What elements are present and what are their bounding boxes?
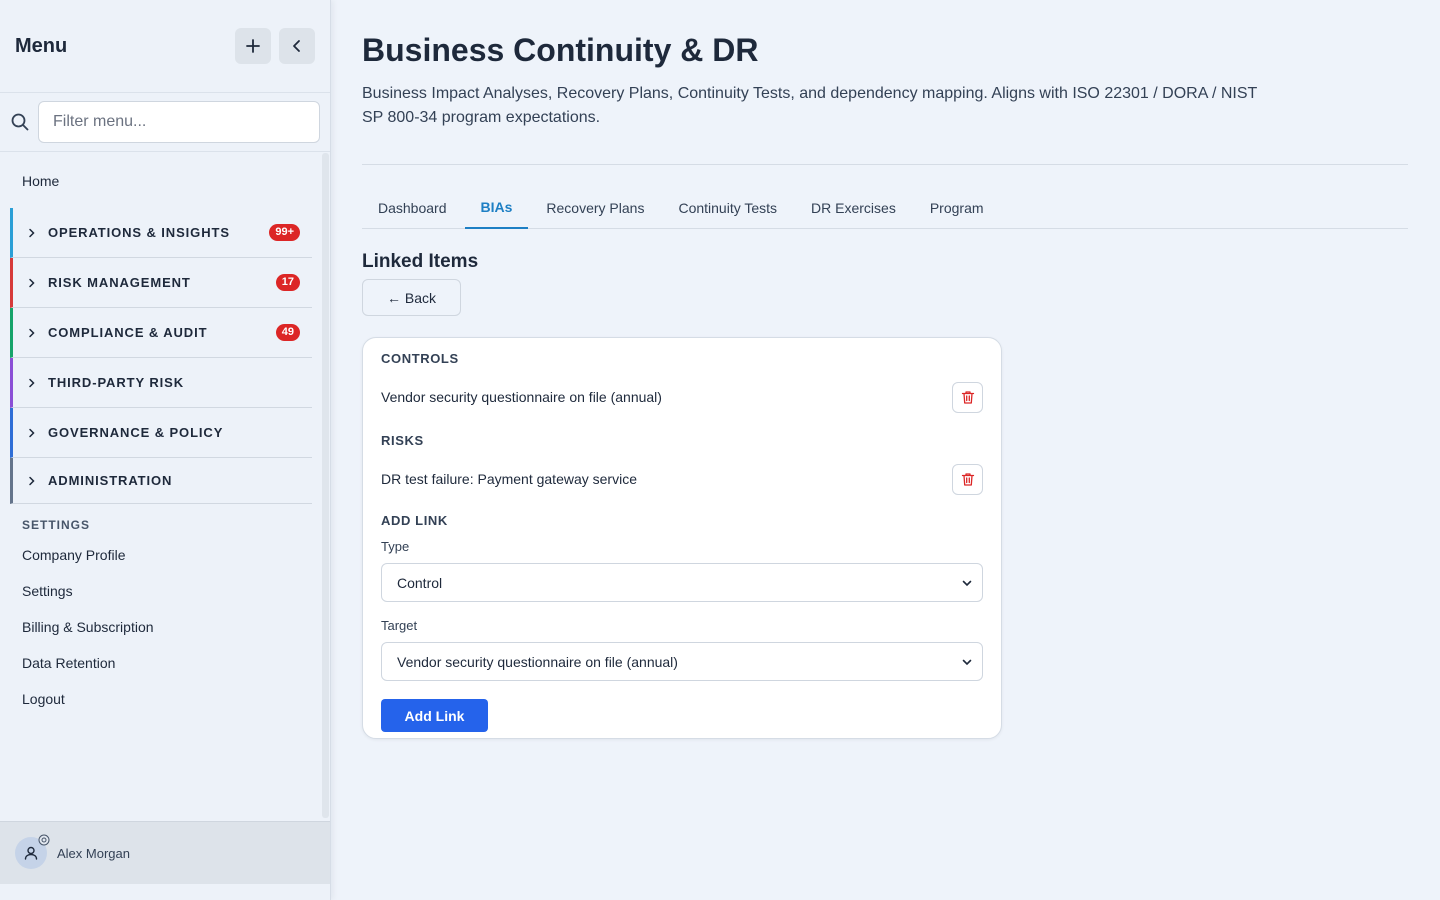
- chevron-left-icon: [293, 40, 300, 52]
- divider: [362, 164, 1408, 165]
- nav-group-governance-policy[interactable]: GOVERNANCE & POLICY: [10, 408, 312, 458]
- tab-dashboard[interactable]: Dashboard: [362, 187, 463, 229]
- type-label: Type: [381, 539, 410, 554]
- sidebar-nav: Home OPERATIONS & INSIGHTS 99+ RISK MANA…: [0, 153, 322, 821]
- gear-icon: [38, 834, 50, 846]
- type-select[interactable]: Control: [381, 563, 983, 602]
- risks-label: RISKS: [381, 433, 424, 448]
- main-content: Business Continuity & DR Business Impact…: [362, 0, 1408, 739]
- delete-control-button[interactable]: [952, 381, 983, 413]
- add-link-label: ADD LINK: [381, 513, 448, 528]
- search-icon: [11, 113, 29, 131]
- tab-bar: Dashboard BIAs Recovery Plans Continuity…: [362, 187, 1408, 229]
- type-select-value: Control: [397, 574, 443, 591]
- user-footer[interactable]: Alex Morgan: [0, 821, 330, 884]
- nav-company-profile[interactable]: Company Profile: [0, 537, 322, 573]
- chevron-right-icon: [27, 378, 43, 388]
- chevron-right-icon: [27, 476, 43, 486]
- nav-home[interactable]: Home: [0, 153, 322, 208]
- sidebar-scrollbar[interactable]: [322, 153, 329, 818]
- filter-menu-input[interactable]: [38, 101, 320, 143]
- nav-group-label: RISK MANAGEMENT: [48, 275, 191, 290]
- nav-group-administration[interactable]: ADMINISTRATION: [10, 458, 312, 504]
- linked-items-card: CONTROLS Vendor security questionnaire o…: [362, 337, 1002, 739]
- risk-item-text: DR test failure: Payment gateway service: [381, 471, 637, 487]
- tab-bias[interactable]: BIAs: [464, 187, 529, 229]
- back-button[interactable]: ← Back: [362, 279, 461, 316]
- user-icon: [24, 846, 38, 860]
- sidebar-actions: [235, 28, 315, 64]
- plus-icon: [246, 39, 260, 53]
- tab-continuity-tests[interactable]: Continuity Tests: [662, 187, 793, 229]
- nav-data-retention[interactable]: Data Retention: [0, 645, 322, 681]
- avatar[interactable]: [15, 834, 50, 869]
- settings-section-label: SETTINGS: [22, 518, 91, 532]
- nav-group-risk-management[interactable]: RISK MANAGEMENT 17: [10, 258, 312, 308]
- nav-group-label: COMPLIANCE & AUDIT: [48, 325, 208, 340]
- user-name: Alex Morgan: [57, 845, 130, 861]
- nav-billing-subscription[interactable]: Billing & Subscription: [0, 609, 322, 645]
- chevron-right-icon: [27, 428, 43, 438]
- nav-group-third-party-risk[interactable]: THIRD-PARTY RISK: [10, 358, 312, 408]
- sidebar: Menu Home OPERATIONS & INSIGHTS 99+ RISK…: [0, 0, 331, 900]
- page-description: Business Impact Analyses, Recovery Plans…: [362, 85, 1257, 126]
- add-link-button[interactable]: Add Link: [381, 699, 488, 732]
- list-item: DR test failure: Payment gateway service: [381, 449, 983, 509]
- target-select[interactable]: Vendor security questionnaire on file (a…: [381, 642, 983, 681]
- tab-recovery-plans[interactable]: Recovery Plans: [530, 187, 660, 229]
- controls-label: CONTROLS: [381, 351, 459, 366]
- sidebar-title: Menu: [15, 34, 68, 57]
- trash-icon: [961, 472, 974, 486]
- chevron-right-icon: [27, 328, 43, 338]
- nav-group-label: ADMINISTRATION: [48, 473, 173, 488]
- chevron-down-icon: [962, 580, 972, 586]
- nav-group-label: OPERATIONS & INSIGHTS: [48, 225, 230, 240]
- count-badge: 49: [275, 324, 300, 341]
- count-badge: 99+: [269, 224, 300, 241]
- nav-group-label: GOVERNANCE & POLICY: [48, 425, 224, 440]
- target-select-value: Vendor security questionnaire on file (a…: [397, 653, 678, 670]
- target-label: Target: [381, 618, 418, 633]
- add-button[interactable]: [235, 28, 271, 64]
- count-badge: 17: [275, 274, 300, 291]
- chevron-right-icon: [27, 228, 43, 238]
- control-item-text: Vendor security questionnaire on file (a…: [381, 389, 662, 405]
- nav-settings[interactable]: Settings: [0, 573, 322, 609]
- trash-icon: [961, 390, 974, 404]
- nav-group-operations[interactable]: OPERATIONS & INSIGHTS 99+: [10, 208, 312, 258]
- delete-risk-button[interactable]: [952, 463, 983, 495]
- chevron-down-icon: [962, 659, 972, 665]
- linked-items-title: Linked Items: [362, 251, 479, 272]
- collapse-sidebar-button[interactable]: [279, 28, 315, 64]
- nav-group-label: THIRD-PARTY RISK: [48, 375, 184, 390]
- nav-logout[interactable]: Logout: [0, 681, 322, 717]
- chevron-right-icon: [27, 278, 43, 288]
- tab-dr-exercises[interactable]: DR Exercises: [795, 187, 912, 229]
- tab-program[interactable]: Program: [914, 187, 1000, 229]
- sidebar-search: [0, 93, 330, 152]
- sidebar-header: Menu: [0, 0, 330, 93]
- nav-group-compliance-audit[interactable]: COMPLIANCE & AUDIT 49: [10, 308, 312, 358]
- list-item: Vendor security questionnaire on file (a…: [381, 367, 983, 427]
- page-title: Business Continuity & DR: [362, 32, 759, 68]
